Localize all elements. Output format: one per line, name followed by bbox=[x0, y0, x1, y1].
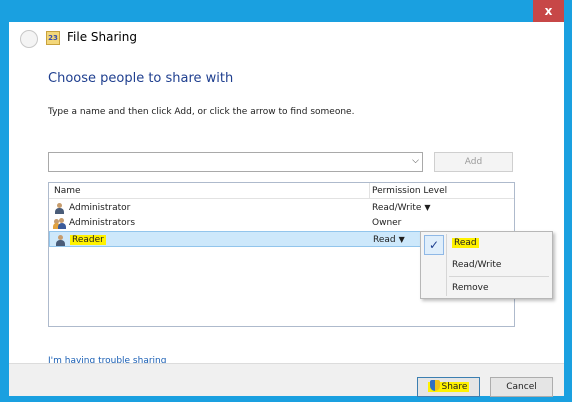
user-icon bbox=[54, 203, 65, 214]
menu-item-read[interactable]: Read bbox=[452, 234, 550, 252]
shield-icon bbox=[429, 380, 440, 391]
user-icon bbox=[55, 235, 66, 246]
menu-divider bbox=[449, 276, 549, 277]
nav-bar: 23 File Sharing bbox=[9, 22, 564, 58]
triangle-down-icon[interactable]: ▼ bbox=[424, 203, 430, 212]
row-name: Administrators bbox=[69, 218, 136, 228]
add-button[interactable]: Add bbox=[434, 152, 513, 172]
file-sharing-window: 23 File Sharing Choose people to share w… bbox=[9, 22, 564, 397]
file-sharing-icon: 23 bbox=[46, 31, 60, 45]
share-button-label: Share bbox=[441, 382, 468, 392]
list-header: Name Permission Level bbox=[49, 183, 514, 199]
back-button[interactable] bbox=[20, 30, 38, 48]
name-combobox[interactable]: ⌵ bbox=[48, 152, 423, 172]
menu-item-label: Read bbox=[452, 238, 479, 248]
checkmark-icon: ✓ bbox=[424, 235, 444, 255]
window-frame-left bbox=[0, 0, 9, 402]
permission-context-menu: ✓ Read Read/Write Remove bbox=[420, 231, 553, 299]
permission-dropdown[interactable]: Read/Write ▼ bbox=[372, 203, 431, 213]
table-row[interactable]: Administrators Owner bbox=[49, 215, 514, 231]
group-icon bbox=[53, 218, 66, 229]
window-frame-bottom bbox=[0, 396, 572, 402]
menu-gutter-divider bbox=[446, 234, 447, 296]
menu-item-remove[interactable]: Remove bbox=[452, 279, 550, 297]
column-header-name[interactable]: Name bbox=[54, 186, 81, 196]
permission-value: Owner bbox=[372, 218, 402, 228]
column-header-permission[interactable]: Permission Level bbox=[372, 186, 447, 196]
window-frame-right bbox=[564, 0, 572, 402]
close-button[interactable]: x bbox=[533, 0, 564, 22]
menu-item-read-write[interactable]: Read/Write bbox=[452, 256, 550, 274]
permission-value: Read/Write bbox=[372, 203, 422, 213]
permission-dropdown[interactable]: Read ▼ bbox=[373, 235, 405, 245]
row-name: Administrator bbox=[69, 203, 131, 213]
chevron-down-icon[interactable]: ⌵ bbox=[412, 156, 419, 166]
page-heading: Choose people to share with bbox=[48, 71, 234, 86]
footer-bar: Share Cancel bbox=[9, 363, 564, 397]
cancel-button[interactable]: Cancel bbox=[490, 377, 553, 397]
content-area: Choose people to share with Type a name … bbox=[9, 58, 564, 366]
column-divider[interactable] bbox=[369, 183, 370, 199]
permission-value: Read bbox=[373, 235, 396, 245]
table-row[interactable]: Administrator Read/Write ▼ bbox=[49, 200, 514, 216]
row-name: Reader bbox=[70, 235, 106, 245]
instruction-text: Type a name and then click Add, or click… bbox=[48, 107, 355, 117]
window-title: File Sharing bbox=[67, 30, 137, 44]
share-button[interactable]: Share bbox=[417, 377, 480, 397]
triangle-down-icon[interactable]: ▼ bbox=[399, 235, 405, 244]
